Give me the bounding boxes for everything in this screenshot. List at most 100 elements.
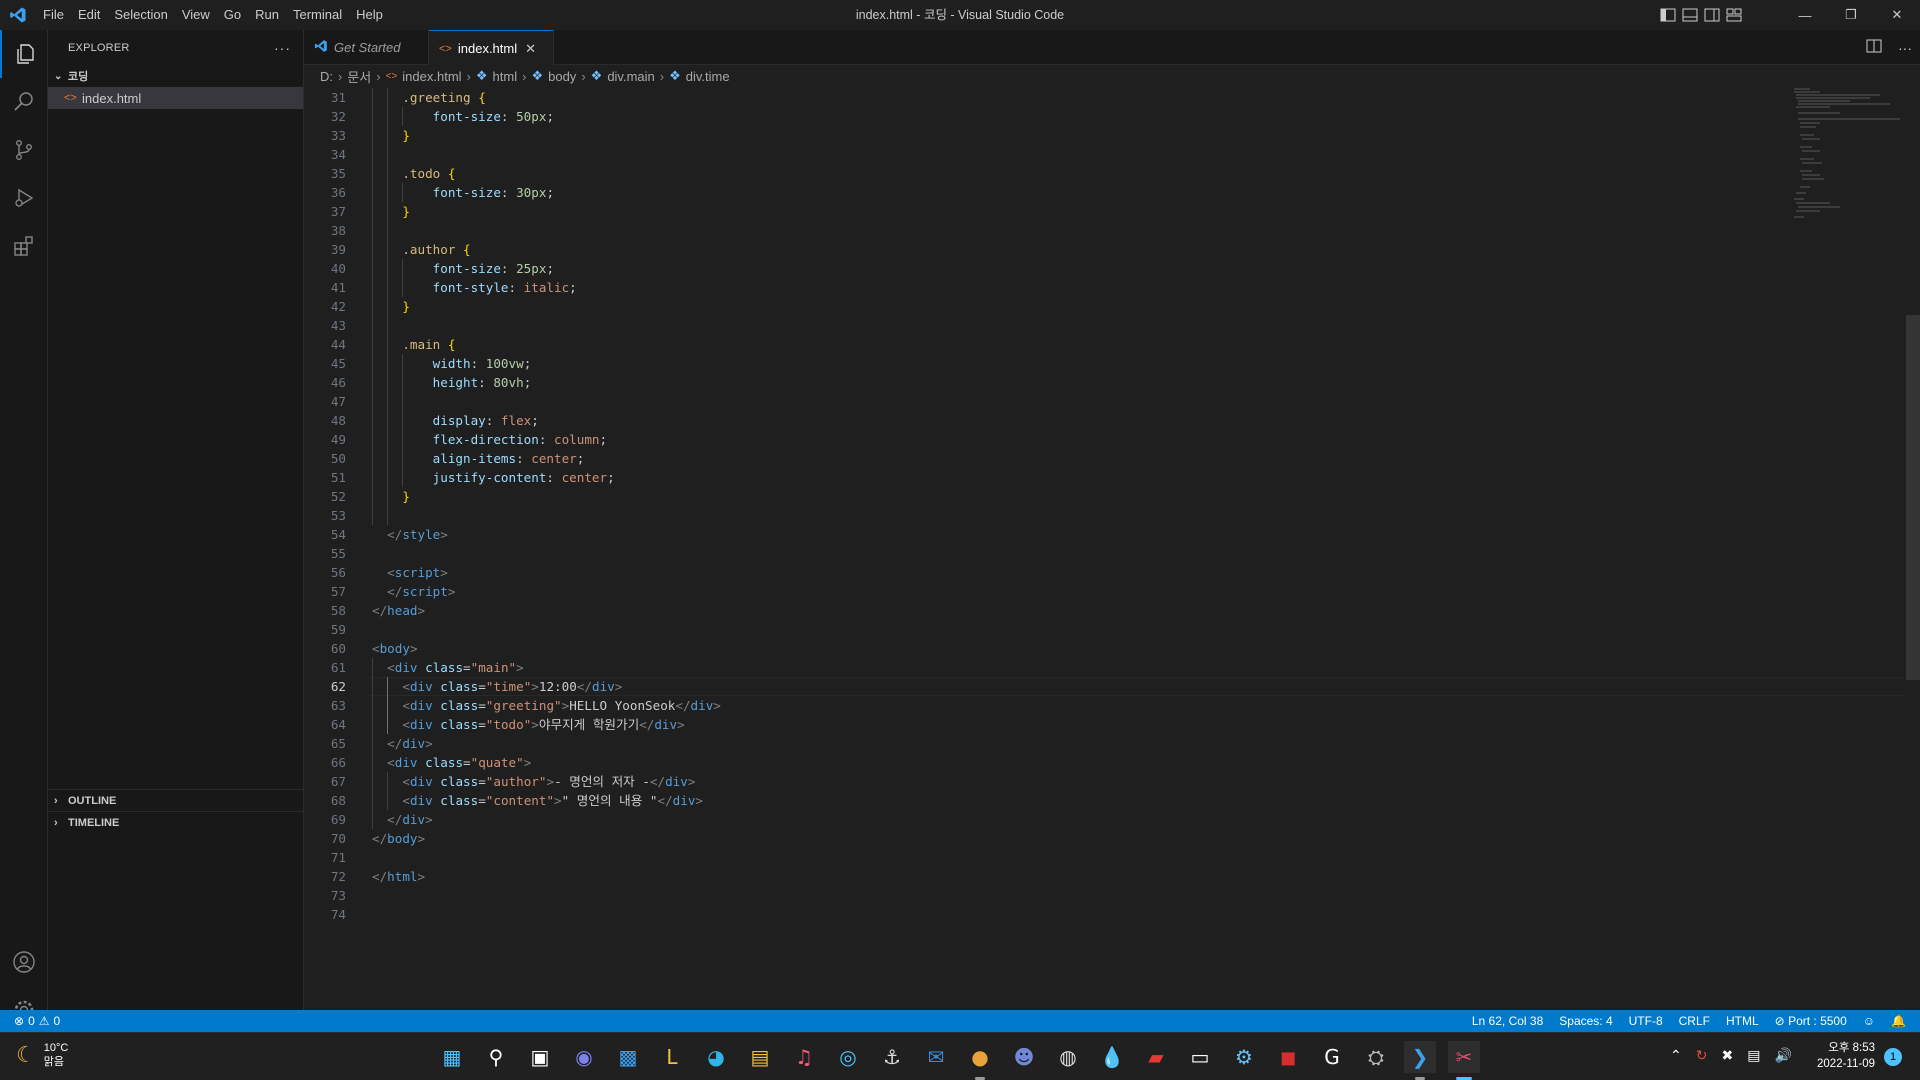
breadcrumb-div-main[interactable]: div.main <box>607 69 654 84</box>
menu-item-help[interactable]: Help <box>349 0 390 30</box>
split-editor-icon[interactable] <box>1866 39 1882 56</box>
encoding[interactable]: UTF-8 <box>1629 1014 1663 1028</box>
indent-guide <box>402 107 404 126</box>
chat-icon[interactable]: ◉ <box>568 1041 600 1073</box>
live-server-port[interactable]: ⊘ Port : 5500 <box>1775 1014 1847 1028</box>
breadcrumb-body[interactable]: body <box>548 69 576 84</box>
extensions-icon[interactable] <box>0 222 48 270</box>
breadcrumb-html[interactable]: html <box>493 69 518 84</box>
menu-item-go[interactable]: Go <box>217 0 248 30</box>
file-explorer-icon[interactable]: ▤ <box>744 1041 776 1073</box>
app-globe-icon[interactable]: ◎ <box>832 1041 864 1073</box>
app-x-icon[interactable]: ✖ <box>1721 1047 1733 1064</box>
discord-icon[interactable]: ☻ <box>1008 1041 1040 1073</box>
task-view-icon[interactable]: ▣ <box>524 1041 556 1073</box>
chevron-up-icon[interactable]: ⌃ <box>1670 1047 1682 1064</box>
chrome-icon[interactable]: ● <box>964 1041 996 1073</box>
app-g-icon[interactable]: G <box>1316 1041 1348 1073</box>
outline-label: OUTLINE <box>68 794 117 807</box>
line-number: 40 <box>330 261 346 276</box>
line-number: 48 <box>330 413 346 428</box>
breadcrumb-drive[interactable]: D: <box>320 69 333 84</box>
breadcrumb-div-time[interactable]: div.time <box>686 69 730 84</box>
language-mode[interactable]: HTML <box>1726 1014 1759 1028</box>
store-icon[interactable]: ▩ <box>612 1041 644 1073</box>
code-line: <div class="quate"> <box>387 755 532 770</box>
app-circle-icon[interactable]: ◍ <box>1052 1041 1084 1073</box>
network-icon[interactable]: ▤ <box>1747 1047 1760 1064</box>
explorer-icon[interactable] <box>0 30 48 78</box>
indent-guide <box>402 354 404 487</box>
notification-badge[interactable]: 1 <box>1884 1048 1902 1066</box>
music-icon[interactable]: ♫ <box>788 1041 820 1073</box>
close-tab-icon[interactable]: ✕ <box>525 41 536 57</box>
weather-widget[interactable]: ☾ 10°C 맑음 <box>16 1041 68 1069</box>
search-icon[interactable]: ⚲ <box>480 1041 512 1073</box>
notepad-icon[interactable]: ▭ <box>1184 1041 1216 1073</box>
toggle-primary-sidebar-icon[interactable] <box>1660 8 1676 22</box>
app-ship-icon[interactable]: ⚓ <box>876 1041 908 1073</box>
menu-item-selection[interactable]: Selection <box>107 0 174 30</box>
problems-status[interactable]: ⊗ 0 ⚠ 0 <box>0 1014 60 1028</box>
menu-item-terminal[interactable]: Terminal <box>286 0 349 30</box>
app-gear-icon[interactable]: ⛭ <box>1360 1041 1392 1073</box>
folder-item[interactable]: ⌄ 코딩 <box>48 65 303 87</box>
outline-section[interactable]: › OUTLINE <box>48 789 303 811</box>
breadcrumb-folder[interactable]: 문서 <box>347 67 371 86</box>
moon-icon: ☾ <box>16 1042 36 1067</box>
accounts-icon[interactable] <box>0 938 48 986</box>
start-icon[interactable]: ▦ <box>436 1041 468 1073</box>
source-control-icon[interactable] <box>0 126 48 174</box>
cursor-position[interactable]: Ln 62, Col 38 <box>1472 1014 1543 1028</box>
customize-layout-icon[interactable] <box>1726 8 1742 22</box>
toggle-secondary-sidebar-icon[interactable] <box>1704 8 1720 22</box>
folder-label: 코딩 <box>68 71 89 83</box>
menu-item-view[interactable]: View <box>175 0 217 30</box>
mail-icon[interactable]: ✉ <box>920 1041 952 1073</box>
vertical-scrollbar-thumb[interactable] <box>1906 315 1920 680</box>
edge-icon[interactable]: ◕ <box>700 1041 732 1073</box>
line-number: 41 <box>330 280 346 295</box>
tab-get-started[interactable]: Get Started <box>304 30 429 65</box>
app-red-icon[interactable]: ▰ <box>1140 1041 1172 1073</box>
minimap[interactable] <box>1790 87 1904 227</box>
menu-item-run[interactable]: Run <box>248 0 286 30</box>
close-window-icon[interactable]: ✕ <box>1874 0 1920 30</box>
search-icon[interactable] <box>0 78 48 126</box>
timeline-section[interactable]: › TIMELINE <box>48 811 303 833</box>
file-item-index-html[interactable]: <> index.html <box>48 87 303 109</box>
warning-count: 0 <box>53 1014 61 1028</box>
indent-guide <box>387 88 389 525</box>
chevron-right-icon: › <box>54 794 58 807</box>
more-actions-icon[interactable]: ··· <box>1898 40 1912 56</box>
end-of-line[interactable]: CRLF <box>1679 1014 1710 1028</box>
explorer-header: EXPLORER ··· <box>48 30 303 65</box>
clock[interactable]: 오후 8:53 2022-11-09 <box>1805 1040 1875 1072</box>
app-l-icon[interactable]: L <box>656 1041 688 1073</box>
minimize-icon[interactable]: — <box>1782 0 1828 30</box>
toggle-panel-icon[interactable] <box>1682 8 1698 22</box>
code-line: height: 80vh; <box>432 375 532 390</box>
code-line: font-size: 30px; <box>432 185 555 200</box>
sync-icon[interactable]: ↻ <box>1696 1047 1708 1064</box>
volume-icon[interactable]: 🔊 <box>1774 1047 1791 1064</box>
steam-icon[interactable]: ⚙ <box>1228 1041 1260 1073</box>
feedback-icon[interactable]: ☺ <box>1863 1014 1875 1028</box>
menu-item-edit[interactable]: Edit <box>71 0 107 30</box>
breadcrumb-file[interactable]: index.html <box>402 69 461 84</box>
more-actions-icon[interactable]: ··· <box>274 40 291 56</box>
restore-icon[interactable]: ❐ <box>1828 0 1874 30</box>
indentation[interactable]: Spaces: 4 <box>1559 1014 1612 1028</box>
menu-item-file[interactable]: File <box>36 0 71 30</box>
app-cube-icon[interactable]: ◼ <box>1272 1041 1304 1073</box>
notifications-bell-icon[interactable]: 🔔 <box>1891 1014 1906 1028</box>
code-editor[interactable]: 31 .greeting {32 font-size: 50px; 33 } 34 3… <box>304 87 1904 1010</box>
vscode-icon[interactable]: ❯ <box>1404 1041 1436 1073</box>
line-number: 62 <box>330 679 346 694</box>
app-drop-icon[interactable]: 💧 <box>1096 1041 1128 1073</box>
code-line: display: flex; <box>432 413 539 428</box>
run-debug-icon[interactable] <box>0 174 48 222</box>
line-number: 52 <box>330 489 346 504</box>
tab-index-html[interactable]: <> index.html ✕ <box>429 30 554 66</box>
snipping-icon[interactable]: ✂ <box>1448 1041 1480 1073</box>
